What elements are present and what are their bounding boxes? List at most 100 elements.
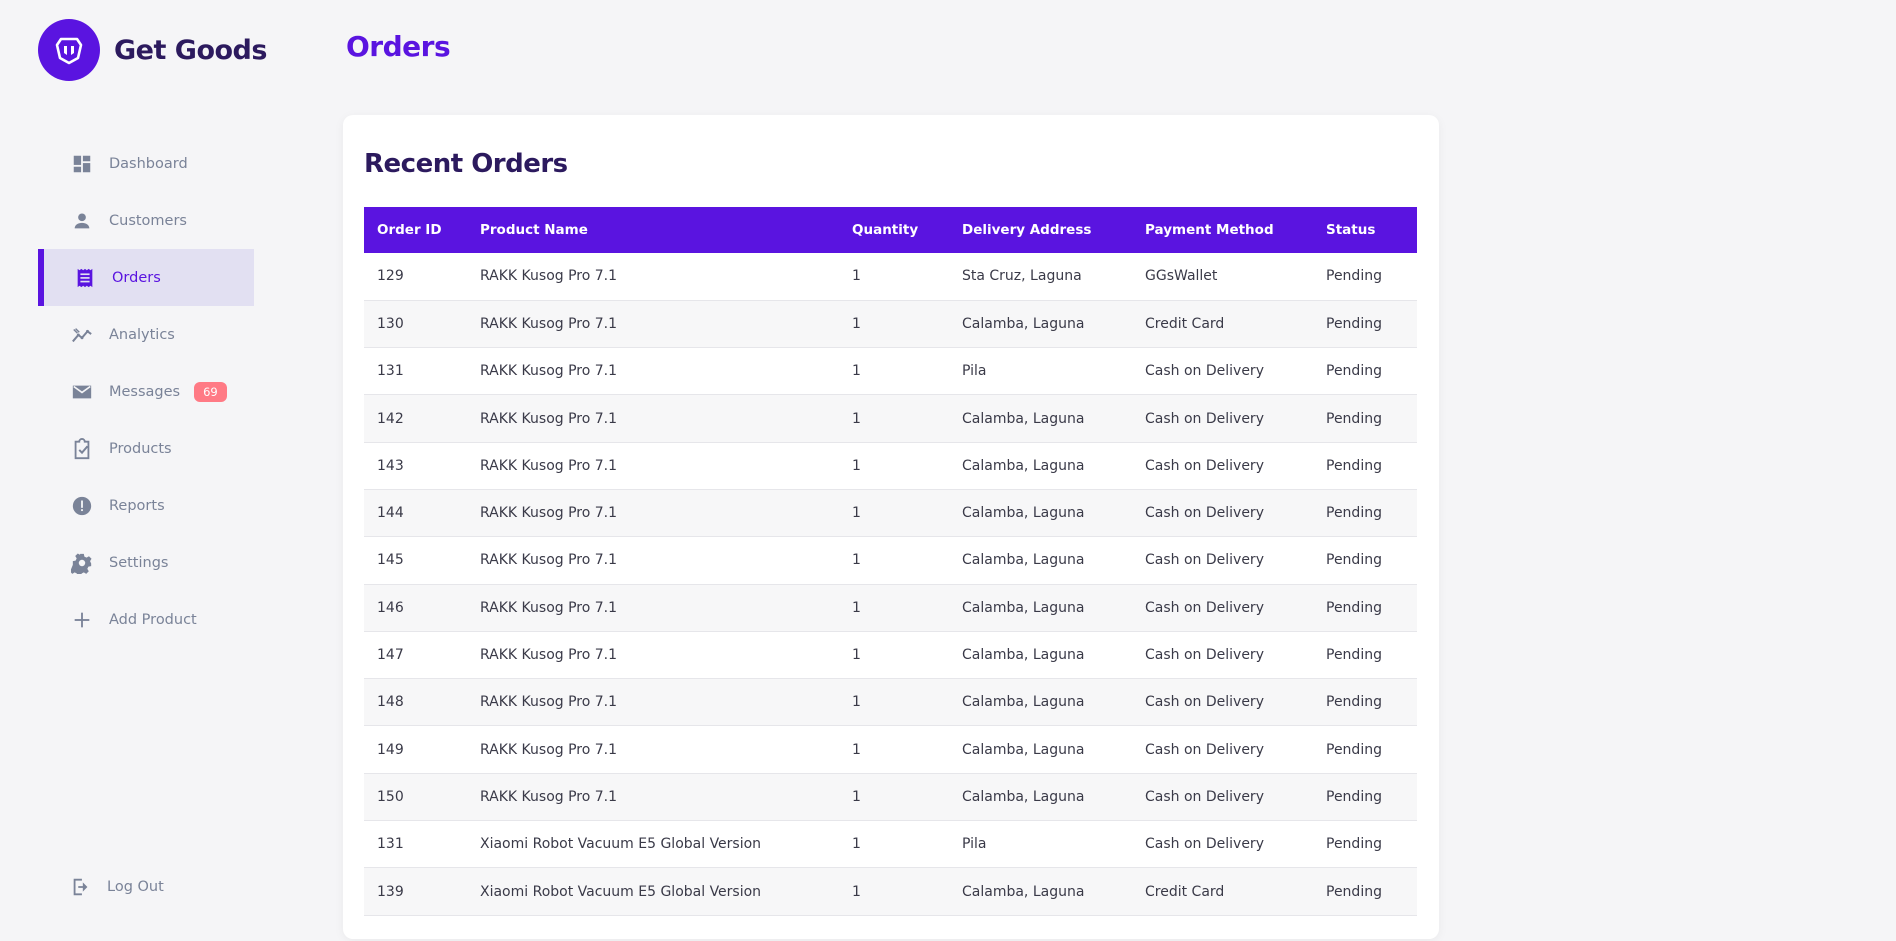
quantity-cell: 1: [852, 836, 861, 853]
table-row[interactable]: 144 RAKK Kusog Pro 7.1 1 Calamba, Laguna Cas…: [364, 489, 1417, 537]
table-row[interactable]: 130 RAKK Kusog Pro 7.1 1 Calamba, Laguna Cre…: [364, 300, 1417, 348]
delivery-address-cell: Calamba, Laguna: [962, 694, 1085, 711]
sidebar-item-settings[interactable]: Settings: [38, 534, 254, 591]
product-name-cell: RAKK Kusog Pro 7.1: [480, 599, 618, 616]
table-row[interactable]: 139 Xiaomi Robot Vacuum E5 Global Version…: [364, 867, 1417, 916]
status-cell: Pending: [1326, 457, 1382, 474]
quantity-cell: 1: [852, 883, 861, 900]
quantity-cell: 1: [852, 552, 861, 569]
sidebar-item-messages[interactable]: Messages 69: [38, 363, 254, 420]
sidebar-item-label: Customers: [109, 212, 187, 229]
order-id-cell: 149: [377, 741, 404, 758]
table-row[interactable]: 146 RAKK Kusog Pro 7.1 1 Calamba, Laguna Cas…: [364, 584, 1417, 632]
plus-icon: [70, 608, 94, 632]
messages-count-badge: 69: [194, 381, 227, 402]
payment-method-cell: Credit Card: [1145, 883, 1225, 900]
payment-method-cell: Cash on Delivery: [1145, 694, 1264, 711]
column-header-product-name[interactable]: Product Name: [467, 207, 839, 253]
quantity-cell: 1: [852, 457, 861, 474]
order-id-cell: 144: [377, 505, 404, 522]
payment-method-cell: Cash on Delivery: [1145, 552, 1264, 569]
delivery-address-cell: Calamba, Laguna: [962, 883, 1085, 900]
order-id-cell: 129: [377, 268, 404, 285]
status-cell: Pending: [1326, 788, 1382, 805]
sidebar-item-label: Add Product: [109, 611, 197, 628]
logout-button[interactable]: Log Out: [70, 876, 164, 898]
clipboard-check-icon: [70, 437, 94, 461]
logout-icon: [73, 878, 88, 896]
table-row[interactable]: 147 RAKK Kusog Pro 7.1 1 Calamba, Laguna Cas…: [364, 631, 1417, 679]
product-name-cell: RAKK Kusog Pro 7.1: [480, 647, 618, 664]
table-row[interactable]: 143 RAKK Kusog Pro 7.1 1 Calamba, Laguna Cas…: [364, 442, 1417, 490]
status-cell: Pending: [1326, 741, 1382, 758]
status-cell: Pending: [1326, 552, 1382, 569]
payment-method-cell: Cash on Delivery: [1145, 647, 1264, 664]
payment-method-cell: Credit Card: [1145, 315, 1225, 332]
order-id-cell: 147: [377, 647, 404, 664]
receipt-icon: [73, 266, 97, 290]
quantity-cell: 1: [852, 788, 861, 805]
table-row[interactable]: 131 Xiaomi Robot Vacuum E5 Global Version…: [364, 821, 1417, 868]
sidebar-item-label: Dashboard: [109, 155, 188, 172]
table-row[interactable]: 142 RAKK Kusog Pro 7.1 1 Calamba, Laguna Cas…: [364, 394, 1417, 443]
delivery-address-cell: Pila: [962, 836, 987, 853]
column-header-delivery-address[interactable]: Delivery Address: [949, 207, 1132, 253]
quantity-cell: 1: [852, 741, 861, 758]
delivery-address-cell: Calamba, Laguna: [962, 410, 1085, 427]
sidebar-item-label: Reports: [109, 497, 165, 514]
status-cell: Pending: [1326, 694, 1382, 711]
brand[interactable]: Get Goods: [38, 19, 267, 81]
product-name-cell: RAKK Kusog Pro 7.1: [480, 552, 618, 569]
delivery-address-cell: Sta Cruz, Laguna: [962, 268, 1082, 285]
product-name-cell: RAKK Kusog Pro 7.1: [480, 505, 618, 522]
table-row[interactable]: 149 RAKK Kusog Pro 7.1 1 Calamba, Laguna Cas…: [364, 726, 1417, 774]
delivery-address-cell: Pila: [962, 363, 987, 380]
sidebar-item-label: Orders: [112, 269, 161, 286]
column-header-status[interactable]: Status: [1313, 207, 1417, 253]
table-header-row: Order ID Product Name Quantity Delivery …: [364, 207, 1417, 253]
table-row[interactable]: 145 RAKK Kusog Pro 7.1 1 Calamba, Laguna Cas…: [364, 537, 1417, 585]
sidebar-item-products[interactable]: Products: [38, 420, 254, 477]
status-cell: Pending: [1326, 268, 1382, 285]
table-row[interactable]: 150 RAKK Kusog Pro 7.1 1 Calamba, Laguna Cas…: [364, 773, 1417, 821]
payment-method-cell: Cash on Delivery: [1145, 599, 1264, 616]
status-cell: Pending: [1326, 836, 1382, 853]
brand-name: Get Goods: [114, 34, 267, 66]
order-id-cell: 130: [377, 315, 404, 332]
sidebar-item-label: Products: [109, 440, 172, 457]
sidebar-item-label: Settings: [109, 554, 169, 571]
sidebar-item-dashboard[interactable]: Dashboard: [38, 135, 254, 192]
order-id-cell: 139: [377, 883, 404, 900]
quantity-cell: 1: [852, 505, 861, 522]
sidebar-item-customers[interactable]: Customers: [38, 192, 254, 249]
sidebar-item-add-product[interactable]: Add Product: [38, 591, 254, 648]
payment-method-cell: Cash on Delivery: [1145, 741, 1264, 758]
quantity-cell: 1: [852, 599, 861, 616]
payment-method-cell: Cash on Delivery: [1145, 788, 1264, 805]
table-row[interactable]: 131 RAKK Kusog Pro 7.1 1 Pila Cash on Delive…: [364, 348, 1417, 395]
status-cell: Pending: [1326, 315, 1382, 332]
status-cell: Pending: [1326, 599, 1382, 616]
column-header-quantity[interactable]: Quantity: [839, 207, 949, 253]
table-row[interactable]: 129 RAKK Kusog Pro 7.1 1 Sta Cruz, Laguna GG…: [364, 253, 1417, 301]
product-name-cell: RAKK Kusog Pro 7.1: [480, 694, 618, 711]
brand-logo-icon: [38, 19, 100, 81]
column-header-payment-method[interactable]: Payment Method: [1132, 207, 1313, 253]
delivery-address-cell: Calamba, Laguna: [962, 315, 1085, 332]
product-name-cell: RAKK Kusog Pro 7.1: [480, 457, 618, 474]
sidebar-item-analytics[interactable]: Analytics: [38, 306, 254, 363]
gear-icon: [70, 551, 94, 575]
product-name-cell: Xiaomi Robot Vacuum E5 Global Version: [480, 836, 762, 853]
table-row[interactable]: 148 RAKK Kusog Pro 7.1 1 Calamba, Laguna Cas…: [364, 678, 1417, 726]
quantity-cell: 1: [852, 363, 861, 380]
payment-method-cell: GGsWallet: [1145, 268, 1218, 285]
person-icon: [70, 209, 94, 233]
order-id-cell: 131: [377, 836, 404, 853]
payment-method-cell: Cash on Delivery: [1145, 836, 1264, 853]
status-cell: Pending: [1326, 410, 1382, 427]
product-name-cell: RAKK Kusog Pro 7.1: [480, 268, 618, 285]
product-name-cell: RAKK Kusog Pro 7.1: [480, 788, 618, 805]
column-header-order-id[interactable]: Order ID: [364, 207, 467, 253]
sidebar-item-orders[interactable]: Orders: [38, 249, 254, 306]
sidebar-item-reports[interactable]: Reports: [38, 477, 254, 534]
